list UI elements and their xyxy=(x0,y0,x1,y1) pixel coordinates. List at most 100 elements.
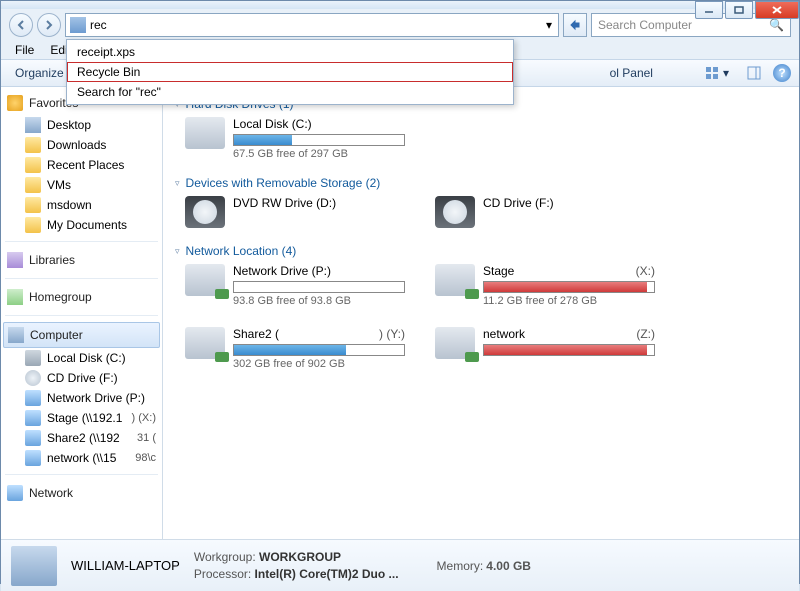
address-dropdown[interactable]: ▾ xyxy=(540,14,558,36)
help-button[interactable]: ? xyxy=(773,64,791,82)
minimize-button[interactable] xyxy=(695,1,723,19)
details-columns: Workgroup: WORKGROUP Processor: Intel(R)… xyxy=(194,549,399,583)
nav-homegroup[interactable]: Homegroup xyxy=(3,285,160,309)
preview-icon xyxy=(747,66,761,80)
close-button[interactable] xyxy=(755,1,799,19)
drive-local-c[interactable]: Local Disk (C:) 67.5 GB free of 297 GB xyxy=(185,117,405,160)
capacity-bar xyxy=(233,281,405,293)
search-icon: 🔍 xyxy=(769,18,784,32)
optical-drive-icon xyxy=(435,196,475,228)
forward-button[interactable] xyxy=(37,13,61,37)
optical-drive-icon xyxy=(185,196,225,228)
capacity-bar xyxy=(483,281,655,293)
drive-capacity: 67.5 GB free of 297 GB xyxy=(233,148,405,160)
view-icon xyxy=(705,66,719,80)
drive-label: Network Drive (P:) xyxy=(233,264,405,278)
group-header[interactable]: ▿Devices with Removable Storage (2) xyxy=(175,174,787,192)
capacity-bar xyxy=(233,134,405,146)
go-button[interactable] xyxy=(563,13,587,37)
address-input[interactable] xyxy=(90,15,540,35)
folder-icon xyxy=(25,177,41,193)
nav-recent-places[interactable]: Recent Places xyxy=(3,155,160,175)
suggestion-item[interactable]: Search for "rec" xyxy=(67,82,513,102)
drive-label: network (Z:) xyxy=(483,327,655,341)
drive-cd-f[interactable]: CD Drive (F:) xyxy=(435,196,655,228)
drive-network-p[interactable]: Network Drive (P:) 93.8 GB free of 93.8 … xyxy=(185,264,405,307)
chevron-down-icon: ▾ xyxy=(723,66,729,80)
collapse-icon: ▿ xyxy=(175,178,180,189)
optical-drive-icon xyxy=(25,370,41,386)
drive-label: DVD RW Drive (D:) xyxy=(233,196,405,210)
titlebar xyxy=(1,1,799,9)
network-drive-icon xyxy=(185,264,225,296)
network-drive-icon xyxy=(435,264,475,296)
computer-thumb-icon xyxy=(11,546,57,586)
folder-icon xyxy=(25,137,41,153)
window-controls xyxy=(695,1,799,19)
computer-icon xyxy=(70,17,86,33)
group-hdd: ▿Hard Disk Drives (1) Local Disk (C:) 67… xyxy=(175,95,787,164)
libraries-icon xyxy=(7,252,23,268)
drive-capacity: 11.2 GB free of 278 GB xyxy=(483,295,655,307)
details-title: WILLIAM-LAPTOP xyxy=(71,558,180,573)
folder-icon xyxy=(25,157,41,173)
nav-share2-y[interactable]: Share2 (\\19231 ( xyxy=(3,428,160,448)
body: Favorites Desktop Downloads Recent Place… xyxy=(1,87,799,539)
drive-label: Stage (X:) xyxy=(483,264,655,278)
network-drive-icon xyxy=(185,327,225,359)
nav-network-drive-p[interactable]: Network Drive (P:) xyxy=(3,388,160,408)
nav-local-disk-c[interactable]: Local Disk (C:) xyxy=(3,348,160,368)
collapse-icon: ▿ xyxy=(175,246,180,257)
drive-capacity: 93.8 GB free of 93.8 GB xyxy=(233,295,405,307)
drive-label: CD Drive (F:) xyxy=(483,196,655,210)
nav-downloads[interactable]: Downloads xyxy=(3,135,160,155)
maximize-button[interactable] xyxy=(725,1,753,19)
address-bar[interactable]: ▾ receipt.xps Recycle Bin Search for "re… xyxy=(65,13,559,37)
drive-network-z[interactable]: network (Z:) xyxy=(435,327,655,370)
nav-libraries[interactable]: Libraries xyxy=(3,248,160,272)
nav-row: ▾ receipt.xps Recycle Bin Search for "re… xyxy=(1,9,799,41)
folder-icon xyxy=(25,217,41,233)
network-drive-icon xyxy=(25,410,41,426)
suggestion-item[interactable]: receipt.xps xyxy=(67,42,513,62)
drive-share2-y[interactable]: Share2 ( ) (Y:) 302 GB free of 902 GB xyxy=(185,327,405,370)
preview-pane-button[interactable] xyxy=(741,64,767,82)
back-button[interactable] xyxy=(9,13,33,37)
nav-computer[interactable]: Computer xyxy=(3,322,160,348)
nav-msdown[interactable]: msdown xyxy=(3,195,160,215)
nav-vms[interactable]: VMs xyxy=(3,175,160,195)
group-header[interactable]: ▿Network Location (4) xyxy=(175,242,787,260)
network-drive-icon xyxy=(25,430,41,446)
hdd-icon xyxy=(185,117,225,149)
nav-desktop[interactable]: Desktop xyxy=(3,115,160,135)
drive-label: Local Disk (C:) xyxy=(233,117,405,131)
nav-network-z[interactable]: network (\\1598\c xyxy=(3,448,160,468)
explorer-window: ▾ receipt.xps Recycle Bin Search for "re… xyxy=(0,0,800,584)
star-icon xyxy=(7,95,23,111)
details-pane: WILLIAM-LAPTOP Workgroup: WORKGROUP Proc… xyxy=(1,539,799,591)
homegroup-icon xyxy=(7,289,23,305)
group-network: ▿Network Location (4) Network Drive (P:)… xyxy=(175,242,787,374)
drive-capacity: 302 GB free of 902 GB xyxy=(233,358,405,370)
network-icon xyxy=(7,485,23,501)
folder-icon xyxy=(25,197,41,213)
nav-stage-x[interactable]: Stage (\\192.1) (X:) xyxy=(3,408,160,428)
drive-stage-x[interactable]: Stage (X:) 11.2 GB free of 278 GB xyxy=(435,264,655,307)
suggestion-item[interactable]: Recycle Bin xyxy=(67,62,513,82)
capacity-bar xyxy=(483,344,655,356)
details-memory: Memory: 4.00 GB xyxy=(437,559,531,573)
network-drive-icon xyxy=(25,390,41,406)
drive-dvd-d[interactable]: DVD RW Drive (D:) xyxy=(185,196,405,228)
drive-icon xyxy=(25,350,41,366)
nav-mydocuments[interactable]: My Documents xyxy=(3,215,160,235)
menu-file[interactable]: File xyxy=(7,41,42,59)
nav-network[interactable]: Network xyxy=(3,481,160,505)
computer-icon xyxy=(8,327,24,343)
search-placeholder: Search Computer xyxy=(598,18,692,32)
view-button[interactable]: ▾ xyxy=(699,64,735,82)
toolbar-label: ol Panel xyxy=(610,66,653,80)
nav-cd-drive-f[interactable]: CD Drive (F:) xyxy=(3,368,160,388)
address-suggestions: receipt.xps Recycle Bin Search for "rec" xyxy=(66,39,514,105)
navigation-pane: Favorites Desktop Downloads Recent Place… xyxy=(1,87,163,539)
drive-label: Share2 ( ) (Y:) xyxy=(233,327,405,341)
